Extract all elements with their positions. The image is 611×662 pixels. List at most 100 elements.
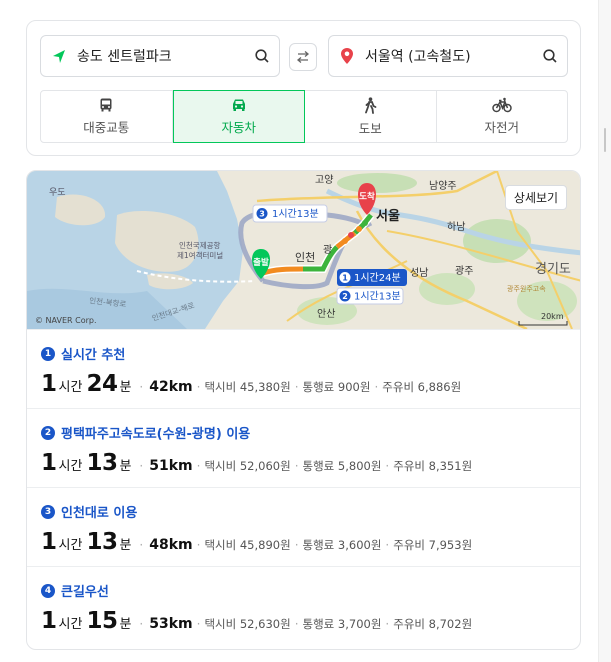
route-callout-2[interactable]: 2 1시간13분 xyxy=(336,287,404,305)
route-callout-1[interactable]: 1 1시간24분 xyxy=(337,269,407,286)
tab-public-transit-label: 대중교통 xyxy=(83,120,130,135)
route-fuel-cost: 주유비 7,953원 xyxy=(393,538,473,552)
route-item-4[interactable]: 4 큰길우선 1 시간 15 분 · 53km · 택시비 52,630원 · … xyxy=(27,566,580,649)
route-minute-unit: 분 xyxy=(119,380,132,395)
route-number-badge: 3 xyxy=(41,504,55,519)
route-item-2[interactable]: 2 평택파주고속도로(수원-광명) 이용 1 시간 13 분 · 51km · … xyxy=(27,408,580,486)
route-taxi-fare: 택시비 52,060원 xyxy=(204,459,291,473)
route-distance: 42km xyxy=(149,379,193,395)
route-distance: 51km xyxy=(149,458,193,474)
bicycle-icon xyxy=(492,97,512,113)
tab-walk[interactable]: 도보 xyxy=(305,91,437,142)
callout-1-num: 1 xyxy=(342,274,348,283)
route-taxi-fare: 택시비 52,630원 xyxy=(204,617,291,631)
search-panel: 송도 센트럴파크 서울역 (고속철도) 대중교통 자동차 도보 자전거 xyxy=(26,20,581,156)
swap-icon xyxy=(296,51,310,63)
callout-2-num: 2 xyxy=(342,292,348,301)
route-toll-fee: 통행료 900원 xyxy=(302,380,371,394)
map-label-airport-1: 인천국제공항 xyxy=(179,240,220,250)
map-label-airport-2: 제1여객터미널 xyxy=(177,250,223,260)
route-number-badge: 4 xyxy=(41,583,55,598)
transport-mode-tabs: 대중교통 자동차 도보 자전거 xyxy=(40,90,568,143)
top-edge xyxy=(0,0,611,12)
map-copyright: © NAVER Corp. xyxy=(35,316,97,325)
callout-3-text: 1시간13분 xyxy=(272,208,319,220)
route-title[interactable]: 큰길우선 xyxy=(61,581,109,600)
map-label-incheon: 인천 xyxy=(295,250,315,264)
route-item-3[interactable]: 3 인천대로 이용 1 시간 13 분 · 48km · 택시비 45,890원… xyxy=(27,487,580,565)
map-label-seongnam: 성남 xyxy=(410,267,428,279)
route-minutes: 15 xyxy=(86,608,118,634)
route-toll-fee: 통행료 3,600원 xyxy=(302,538,382,552)
origin-text[interactable]: 송도 센트럴파크 xyxy=(77,46,245,66)
tab-bicycle-label: 자전거 xyxy=(484,120,519,135)
map-label-ansan: 안산 xyxy=(317,308,335,320)
search-icon[interactable] xyxy=(245,48,279,64)
route-minutes: 13 xyxy=(86,450,118,476)
search-icon[interactable] xyxy=(533,48,567,64)
route-hours: 1 xyxy=(41,608,57,634)
start-marker-label: 출발 xyxy=(253,257,269,268)
route-title[interactable]: 평택파주고속도로(수원-광명) 이용 xyxy=(61,423,250,442)
route-fuel-cost: 주유비 8,351원 xyxy=(393,459,473,473)
route-title[interactable]: 실시간 추천 xyxy=(61,344,125,363)
origin-arrow-icon xyxy=(41,48,77,64)
swap-button[interactable] xyxy=(289,43,317,71)
route-distance: 53km xyxy=(149,616,193,632)
route-toll-fee: 통행료 3,700원 xyxy=(302,617,382,631)
route-taxi-fare: 택시비 45,890원 xyxy=(204,538,291,552)
route-taxi-fare: 택시비 45,380원 xyxy=(204,380,291,394)
route-results-panel: 우도 고양 남양주 서울 하남 인천 광 성남 광주 경기도 안산 인천국제공항… xyxy=(26,170,581,650)
route-item-1[interactable]: 1 실시간 추천 1 시간 24 분 · 42km · 택시비 45,380원 … xyxy=(27,329,580,407)
map-label-mudo: 우도 xyxy=(49,187,66,198)
tab-walk-label: 도보 xyxy=(358,120,382,136)
route-hours: 1 xyxy=(41,450,57,476)
route-minutes: 24 xyxy=(86,371,118,397)
map-label-highway: 광주원주고속 xyxy=(507,284,546,293)
map-scale-label: 20km xyxy=(541,312,564,321)
destination-text[interactable]: 서울역 (고속철도) xyxy=(365,46,533,66)
route-hour-unit: 시간 xyxy=(58,380,83,395)
map-label-goyang: 고양 xyxy=(315,174,333,186)
map-label-namyangju: 남양주 xyxy=(429,180,457,192)
route-number-badge: 2 xyxy=(41,425,55,440)
route-minutes: 13 xyxy=(86,529,118,555)
route-distance: 48km xyxy=(149,537,193,553)
route-number-badge: 1 xyxy=(41,346,55,361)
route-hour-unit: 시간 xyxy=(58,538,83,553)
tab-bicycle[interactable]: 자전거 xyxy=(437,91,568,142)
route-fuel-cost: 주유비 8,702원 xyxy=(393,617,473,631)
map-label-seoul: 서울 xyxy=(376,208,400,224)
route-minute-unit: 분 xyxy=(119,459,132,474)
map-label-hanam: 하남 xyxy=(447,220,465,233)
callout-3-num: 3 xyxy=(259,210,265,219)
route-hours: 1 xyxy=(41,371,57,397)
destination-field[interactable]: 서울역 (고속철도) xyxy=(328,35,568,77)
callout-2-text: 1시간13분 xyxy=(354,291,401,303)
scrollbar-track[interactable] xyxy=(598,0,611,662)
route-hour-unit: 시간 xyxy=(58,617,83,632)
route-toll-fee: 통행료 5,800원 xyxy=(302,459,382,473)
tab-car-label: 자동차 xyxy=(221,120,256,135)
location-pin-icon xyxy=(329,47,365,65)
callout-1-text: 1시간24분 xyxy=(354,272,401,284)
tab-car[interactable]: 자동차 xyxy=(172,90,305,143)
origin-field[interactable]: 송도 센트럴파크 xyxy=(40,35,280,77)
map-detail-button[interactable]: 상세보기 xyxy=(505,185,567,210)
route-title[interactable]: 인천대로 이용 xyxy=(61,502,137,521)
tab-public-transit[interactable]: 대중교통 xyxy=(41,91,173,142)
walk-icon xyxy=(365,96,377,114)
route-callout-3[interactable]: 3 1시간13분 xyxy=(252,204,328,223)
route-fuel-cost: 주유비 6,886원 xyxy=(382,380,462,394)
route-minute-unit: 분 xyxy=(119,538,132,553)
route-hour-unit: 시간 xyxy=(58,459,83,474)
route-minute-unit: 분 xyxy=(119,617,132,632)
car-icon xyxy=(232,99,245,111)
map-label-gwangju: 광주 xyxy=(455,265,473,277)
route-map[interactable]: 우도 고양 남양주 서울 하남 인천 광 성남 광주 경기도 안산 인천국제공항… xyxy=(27,171,580,329)
route-hours: 1 xyxy=(41,529,57,555)
scrollbar-thumb[interactable] xyxy=(604,128,606,152)
end-marker-label: 도착 xyxy=(359,191,375,202)
map-label-gyeonggi: 경기도 xyxy=(535,262,571,277)
bus-icon xyxy=(100,98,112,112)
